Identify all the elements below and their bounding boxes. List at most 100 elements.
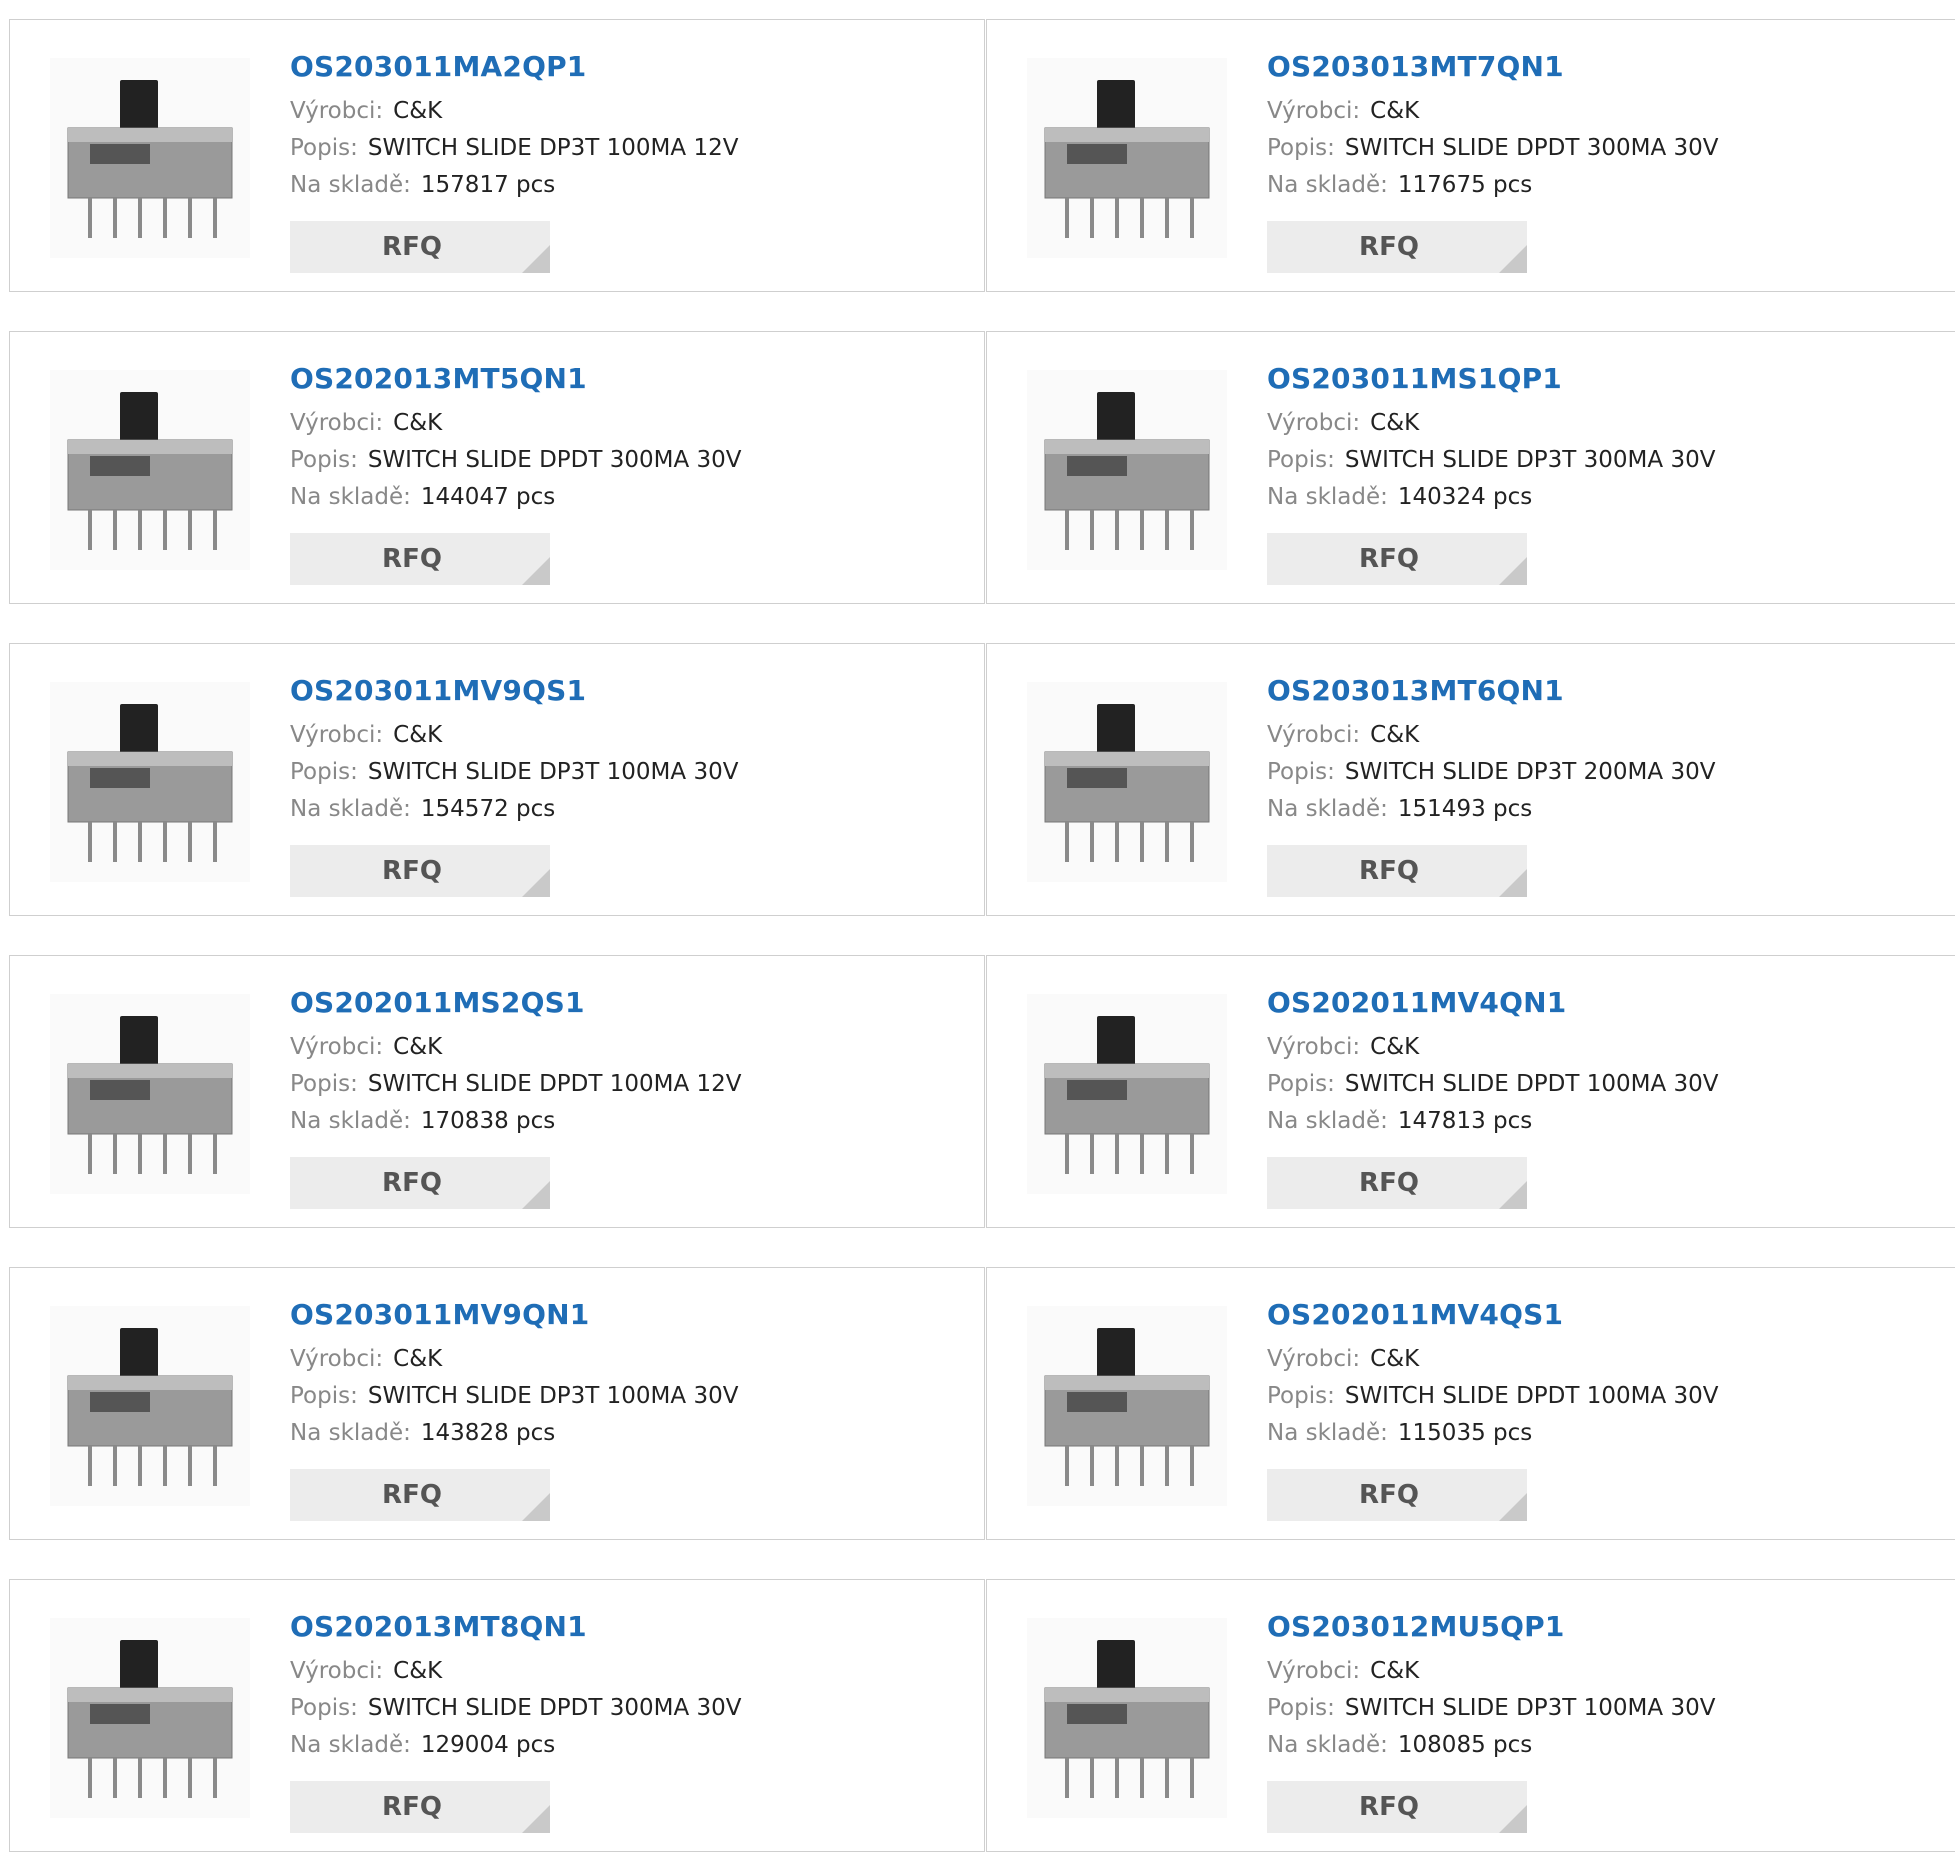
manufacturer-label: Výrobci:	[290, 410, 384, 436]
product-image[interactable]	[50, 1306, 250, 1506]
product-image[interactable]	[1027, 370, 1227, 570]
description-row: Popis: SWITCH SLIDE DPDT 300MA 30V	[290, 442, 742, 479]
part-number-link[interactable]: OS203011MV9QN1	[290, 1298, 738, 1331]
stock-label: Na skladě:	[290, 484, 411, 510]
description-value: SWITCH SLIDE DPDT 100MA 30V	[1344, 1071, 1719, 1097]
description-row: Popis: SWITCH SLIDE DP3T 200MA 30V	[1267, 754, 1715, 791]
part-number-link[interactable]: OS203011MS1QP1	[1267, 362, 1715, 395]
stock-row: Na skladě: 147813 pcs	[1267, 1103, 1719, 1140]
rfq-label: RFQ	[1359, 1480, 1419, 1510]
stock-value: 170838 pcs	[420, 1108, 556, 1134]
description-row: Popis: SWITCH SLIDE DP3T 100MA 30V	[290, 754, 738, 791]
manufacturer-label: Výrobci:	[1267, 722, 1361, 748]
manufacturer-label: Výrobci:	[1267, 1658, 1361, 1684]
product-image[interactable]	[50, 682, 250, 882]
stock-value: 154572 pcs	[420, 796, 556, 822]
stock-value: 129004 pcs	[420, 1732, 556, 1758]
stock-row: Na skladě: 140324 pcs	[1267, 479, 1715, 516]
description-value: SWITCH SLIDE DPDT 300MA 30V	[367, 447, 742, 473]
stock-row: Na skladě: 129004 pcs	[290, 1727, 742, 1764]
manufacturer-label: Výrobci:	[1267, 1034, 1361, 1060]
description-label: Popis:	[1267, 1383, 1335, 1409]
description-label: Popis:	[1267, 1071, 1335, 1097]
rfq-button[interactable]: RFQ	[290, 1469, 550, 1521]
stock-label: Na skladě:	[1267, 172, 1388, 198]
manufacturer-label: Výrobci:	[290, 1346, 384, 1372]
description-value: SWITCH SLIDE DPDT 300MA 30V	[367, 1695, 742, 1721]
stock-value: 147813 pcs	[1397, 1108, 1533, 1134]
description-value: SWITCH SLIDE DP3T 300MA 30V	[1344, 447, 1716, 473]
manufacturer-row: Výrobci: C&K	[290, 717, 738, 754]
manufacturer-value: C&K	[393, 1346, 443, 1372]
product-image[interactable]	[1027, 1618, 1227, 1818]
description-label: Popis:	[290, 759, 358, 785]
part-number-link[interactable]: OS202011MV4QS1	[1267, 1298, 1719, 1331]
part-number-link[interactable]: OS203011MA2QP1	[290, 50, 738, 83]
corner-triangle-icon	[522, 869, 550, 897]
product-image[interactable]	[50, 994, 250, 1194]
product-card: OS202011MS2QS1 Výrobci: C&K Popis: SWITCH SL…	[9, 955, 985, 1228]
product-card: OS202011MV4QS1 Výrobci: C&K Popis: SWITCH SL…	[986, 1267, 1955, 1540]
manufacturer-row: Výrobci: C&K	[290, 93, 738, 130]
rfq-button[interactable]: RFQ	[1267, 221, 1527, 273]
product-image[interactable]	[50, 58, 250, 258]
stock-value: 143828 pcs	[420, 1420, 556, 1446]
product-grid: OS203011MA2QP1 Výrobci: C&K Popis: SWITCH SL…	[0, 0, 1955, 1852]
rfq-label: RFQ	[1359, 1168, 1419, 1198]
stock-row: Na skladě: 157817 pcs	[290, 167, 738, 204]
corner-triangle-icon	[522, 1805, 550, 1833]
part-number-link[interactable]: OS202013MT5QN1	[290, 362, 742, 395]
rfq-button[interactable]: RFQ	[1267, 1157, 1527, 1209]
part-number-link[interactable]: OS202013MT8QN1	[290, 1610, 742, 1643]
rfq-button[interactable]: RFQ	[290, 221, 550, 273]
corner-triangle-icon	[522, 245, 550, 273]
description-label: Popis:	[290, 1695, 358, 1721]
description-value: SWITCH SLIDE DP3T 100MA 12V	[367, 135, 739, 161]
corner-triangle-icon	[1499, 1805, 1527, 1833]
rfq-button[interactable]: RFQ	[1267, 845, 1527, 897]
rfq-button[interactable]: RFQ	[1267, 533, 1527, 585]
stock-label: Na skladě:	[1267, 1732, 1388, 1758]
stock-label: Na skladě:	[290, 1420, 411, 1446]
rfq-button[interactable]: RFQ	[290, 845, 550, 897]
product-image[interactable]	[1027, 58, 1227, 258]
manufacturer-value: C&K	[393, 722, 443, 748]
manufacturer-value: C&K	[1370, 1658, 1420, 1684]
product-image[interactable]	[1027, 1306, 1227, 1506]
description-value: SWITCH SLIDE DP3T 100MA 30V	[1344, 1695, 1716, 1721]
manufacturer-value: C&K	[393, 410, 443, 436]
rfq-label: RFQ	[382, 1168, 442, 1198]
part-number-link[interactable]: OS202011MV4QN1	[1267, 986, 1719, 1019]
stock-label: Na skladě:	[290, 796, 411, 822]
product-image[interactable]	[50, 1618, 250, 1818]
rfq-button[interactable]: RFQ	[1267, 1781, 1527, 1833]
stock-value: 115035 pcs	[1397, 1420, 1533, 1446]
rfq-button[interactable]: RFQ	[290, 1781, 550, 1833]
rfq-button[interactable]: RFQ	[290, 1157, 550, 1209]
stock-row: Na skladě: 144047 pcs	[290, 479, 742, 516]
product-card: OS203013MT6QN1 Výrobci: C&K Popis: SWITCH SL…	[986, 643, 1955, 916]
manufacturer-label: Výrobci:	[1267, 1346, 1361, 1372]
corner-triangle-icon	[522, 557, 550, 585]
part-number-link[interactable]: OS202011MS2QS1	[290, 986, 742, 1019]
part-number-link[interactable]: OS203013MT7QN1	[1267, 50, 1719, 83]
product-image[interactable]	[50, 370, 250, 570]
stock-row: Na skladě: 117675 pcs	[1267, 167, 1719, 204]
part-number-link[interactable]: OS203012MU5QP1	[1267, 1610, 1715, 1643]
part-number-link[interactable]: OS203011MV9QS1	[290, 674, 738, 707]
product-image[interactable]	[1027, 682, 1227, 882]
rfq-button[interactable]: RFQ	[1267, 1469, 1527, 1521]
product-image[interactable]	[1027, 994, 1227, 1194]
manufacturer-row: Výrobci: C&K	[1267, 1029, 1719, 1066]
manufacturer-row: Výrobci: C&K	[290, 1653, 742, 1690]
description-value: SWITCH SLIDE DP3T 100MA 30V	[367, 759, 739, 785]
stock-label: Na skladě:	[290, 1732, 411, 1758]
rfq-button[interactable]: RFQ	[290, 533, 550, 585]
description-row: Popis: SWITCH SLIDE DP3T 100MA 30V	[290, 1378, 738, 1415]
stock-row: Na skladě: 154572 pcs	[290, 791, 738, 828]
corner-triangle-icon	[1499, 1181, 1527, 1209]
product-card: OS203011MV9QN1 Výrobci: C&K Popis: SWITCH SL…	[9, 1267, 985, 1540]
stock-label: Na skladě:	[1267, 1108, 1388, 1134]
part-number-link[interactable]: OS203013MT6QN1	[1267, 674, 1715, 707]
manufacturer-label: Výrobci:	[290, 1034, 384, 1060]
